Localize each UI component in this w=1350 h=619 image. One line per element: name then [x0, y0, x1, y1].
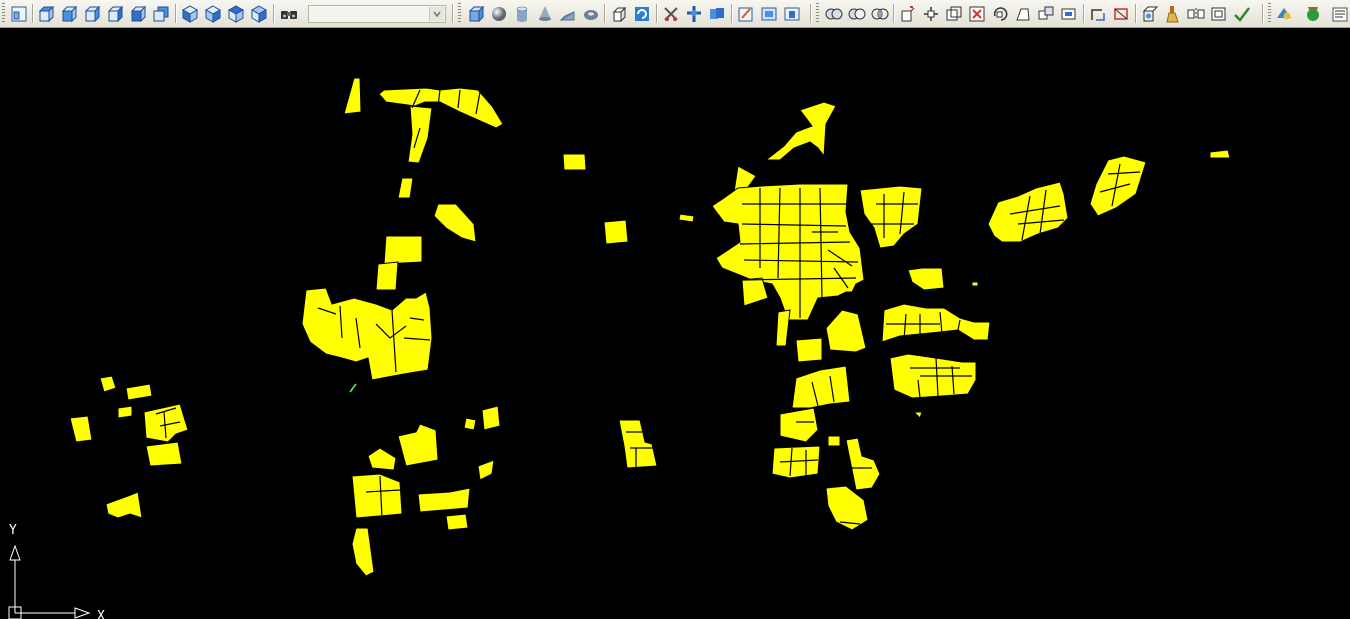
- top-view-icon[interactable]: [36, 4, 56, 24]
- separate-icon[interactable]: [1186, 4, 1206, 24]
- drawing-background: [0, 28, 1350, 619]
- toolbar: [0, 0, 1350, 28]
- wedge-icon[interactable]: [558, 4, 578, 24]
- toolbar-grip[interactable]: [2, 3, 5, 24]
- se-isometric-icon[interactable]: [203, 4, 223, 24]
- setup-view-icon[interactable]: [759, 4, 779, 24]
- back-view-icon[interactable]: [151, 4, 171, 24]
- toolbar-grip[interactable]: [1268, 3, 1271, 24]
- drawing-area[interactable]: Y X: [0, 28, 1350, 619]
- taper-faces-icon[interactable]: [1013, 4, 1033, 24]
- layer-combo[interactable]: [308, 5, 446, 23]
- box-icon[interactable]: [466, 4, 486, 24]
- section-icon[interactable]: [684, 4, 704, 24]
- setup-drawing-icon[interactable]: [736, 4, 756, 24]
- left-view-icon[interactable]: [82, 4, 102, 24]
- move-faces-icon[interactable]: [921, 4, 941, 24]
- front-view-icon[interactable]: [128, 4, 148, 24]
- sphere-icon[interactable]: [489, 4, 509, 24]
- check-icon[interactable]: [1232, 4, 1252, 24]
- copy-faces-icon[interactable]: [1036, 4, 1056, 24]
- ucs-y-label: Y: [9, 523, 17, 538]
- right-view-icon[interactable]: [105, 4, 125, 24]
- torus-icon[interactable]: [581, 4, 601, 24]
- interfere-icon[interactable]: [707, 4, 727, 24]
- color-edges-icon[interactable]: [1111, 4, 1131, 24]
- landscape-icon[interactable]: [1330, 4, 1350, 24]
- toolbar-grip[interactable]: [458, 3, 461, 24]
- materials-icon[interactable]: [1303, 4, 1323, 24]
- ucs-x-label: X: [97, 609, 105, 619]
- delete-faces-icon[interactable]: [967, 4, 987, 24]
- toolbar-grip[interactable]: [816, 3, 819, 24]
- shell-icon[interactable]: [1209, 4, 1229, 24]
- ne-isometric-icon[interactable]: [226, 4, 246, 24]
- extrude-icon[interactable]: [609, 4, 629, 24]
- cylinder-icon[interactable]: [512, 4, 532, 24]
- new-viewport-icon[interactable]: [9, 4, 29, 24]
- nw-isometric-icon[interactable]: [249, 4, 269, 24]
- imprint-icon[interactable]: [1140, 4, 1160, 24]
- model-space[interactable]: Y X: [0, 28, 1350, 619]
- clean-icon[interactable]: [1163, 4, 1183, 24]
- slice-icon[interactable]: [661, 4, 681, 24]
- intersect-icon[interactable]: [870, 4, 890, 24]
- chevron-down-icon[interactable]: [429, 7, 444, 21]
- render-icon[interactable]: [1274, 4, 1294, 24]
- bottom-view-icon[interactable]: [59, 4, 79, 24]
- union-icon[interactable]: [824, 4, 844, 24]
- setup-profile-icon[interactable]: [782, 4, 802, 24]
- rotate-faces-icon[interactable]: [990, 4, 1010, 24]
- subtract-icon[interactable]: [847, 4, 867, 24]
- revolve-icon[interactable]: [632, 4, 652, 24]
- extrude-faces-icon[interactable]: [898, 4, 918, 24]
- color-faces-icon[interactable]: [1059, 4, 1079, 24]
- sw-isometric-icon[interactable]: [180, 4, 200, 24]
- offset-faces-icon[interactable]: [944, 4, 964, 24]
- copy-edges-icon[interactable]: [1088, 4, 1108, 24]
- cone-icon[interactable]: [535, 4, 555, 24]
- named-views-icon[interactable]: [279, 4, 299, 24]
